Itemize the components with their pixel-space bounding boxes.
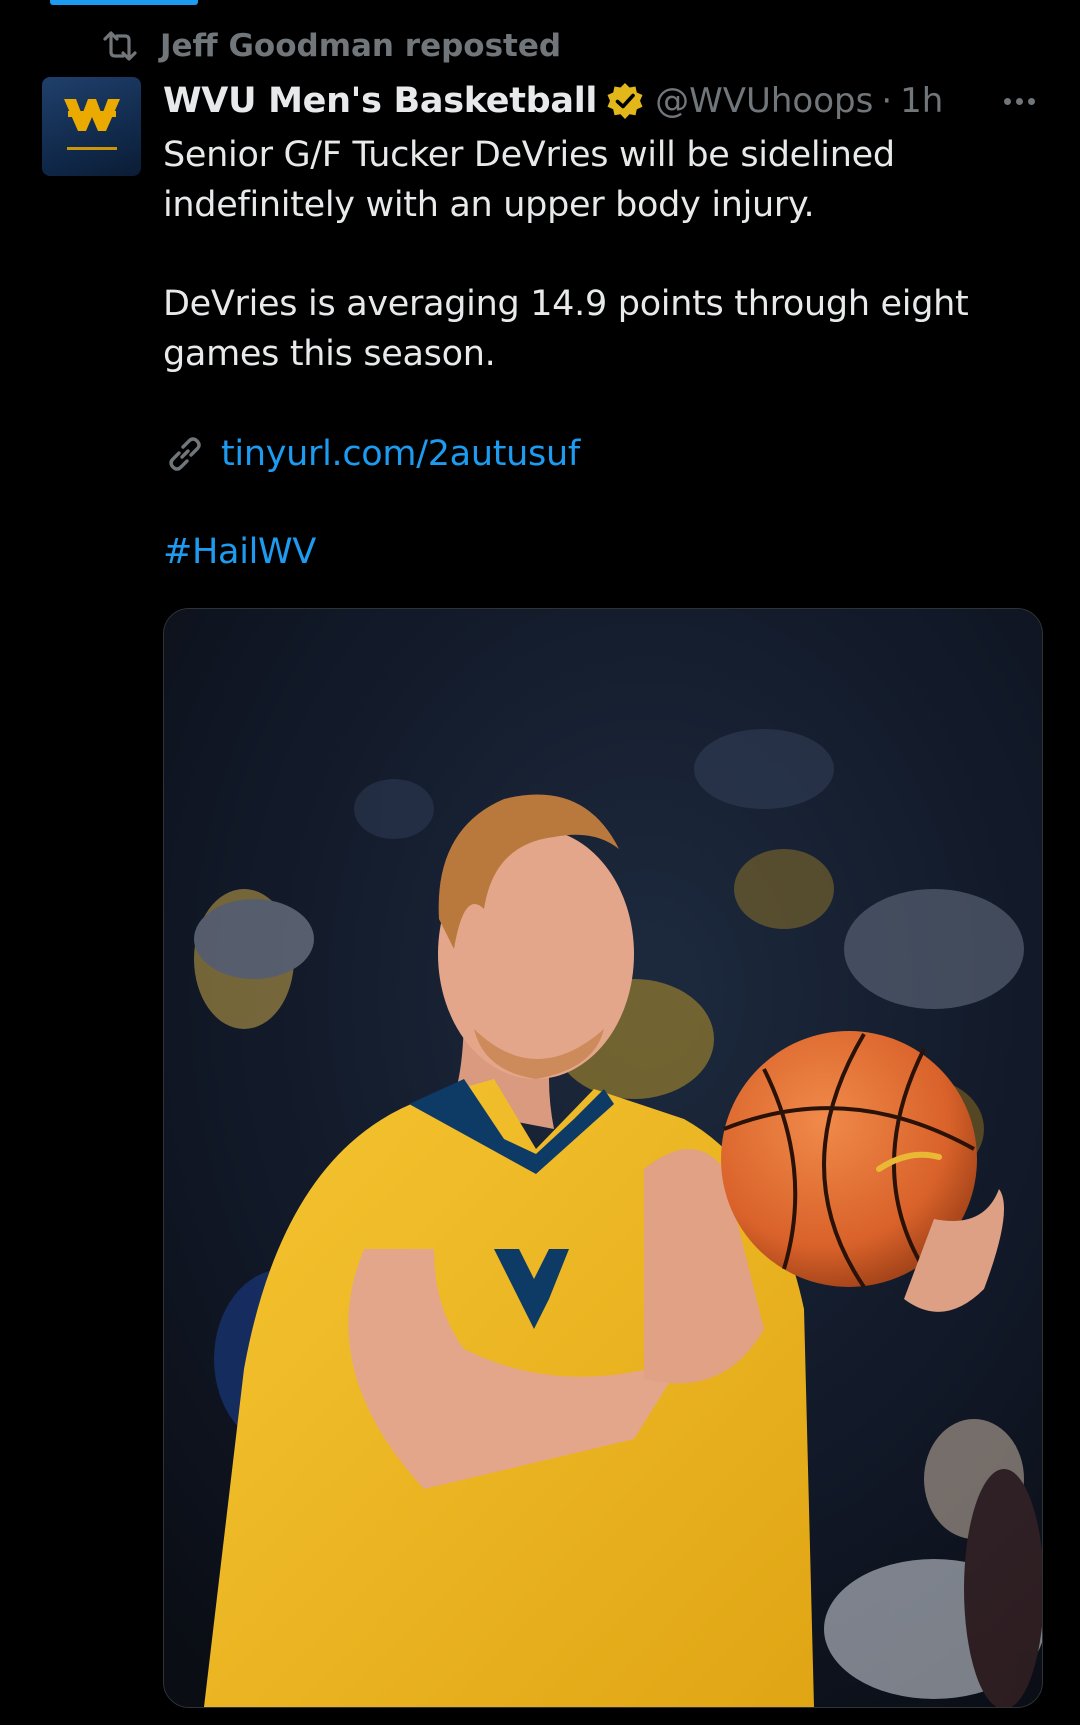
repost-icon xyxy=(103,31,137,61)
timestamp[interactable]: 1h xyxy=(900,81,943,121)
link-text[interactable]: tinyurl.com/2autusuf xyxy=(221,434,580,474)
more-button[interactable] xyxy=(994,88,1044,114)
repost-text: Jeff Goodman reposted xyxy=(160,28,562,64)
display-name[interactable]: WVU Men's Basketball xyxy=(163,81,597,121)
handle[interactable]: @WVUhoops xyxy=(655,81,873,121)
link-icon xyxy=(169,437,201,471)
avatar[interactable] xyxy=(42,77,141,176)
player-photo xyxy=(164,609,1042,1707)
tweet-text: Senior G/F Tucker DeVries will be sideli… xyxy=(163,130,1043,379)
tweet-link[interactable]: tinyurl.com/2autusuf xyxy=(163,428,580,480)
tweet-paragraph: DeVries is averaging 14.9 points through… xyxy=(163,284,969,374)
more-dots-icon xyxy=(1003,97,1011,105)
gold-verified-badge-icon[interactable] xyxy=(605,81,645,121)
tweet-header: WVU Men's Basketball @WVUhoops · 1h xyxy=(163,76,943,126)
repost-context[interactable]: Jeff Goodman reposted xyxy=(100,26,561,66)
separator-dot: · xyxy=(881,81,893,121)
tweet-paragraph: Senior G/F Tucker DeVries will be sideli… xyxy=(163,135,895,225)
wvu-logo-icon xyxy=(64,99,120,131)
avatar-caption xyxy=(42,147,141,153)
hashtag-link[interactable]: #HailWV xyxy=(163,527,316,577)
tweet-photo[interactable] xyxy=(163,608,1043,1708)
tab-indicator xyxy=(50,0,198,5)
